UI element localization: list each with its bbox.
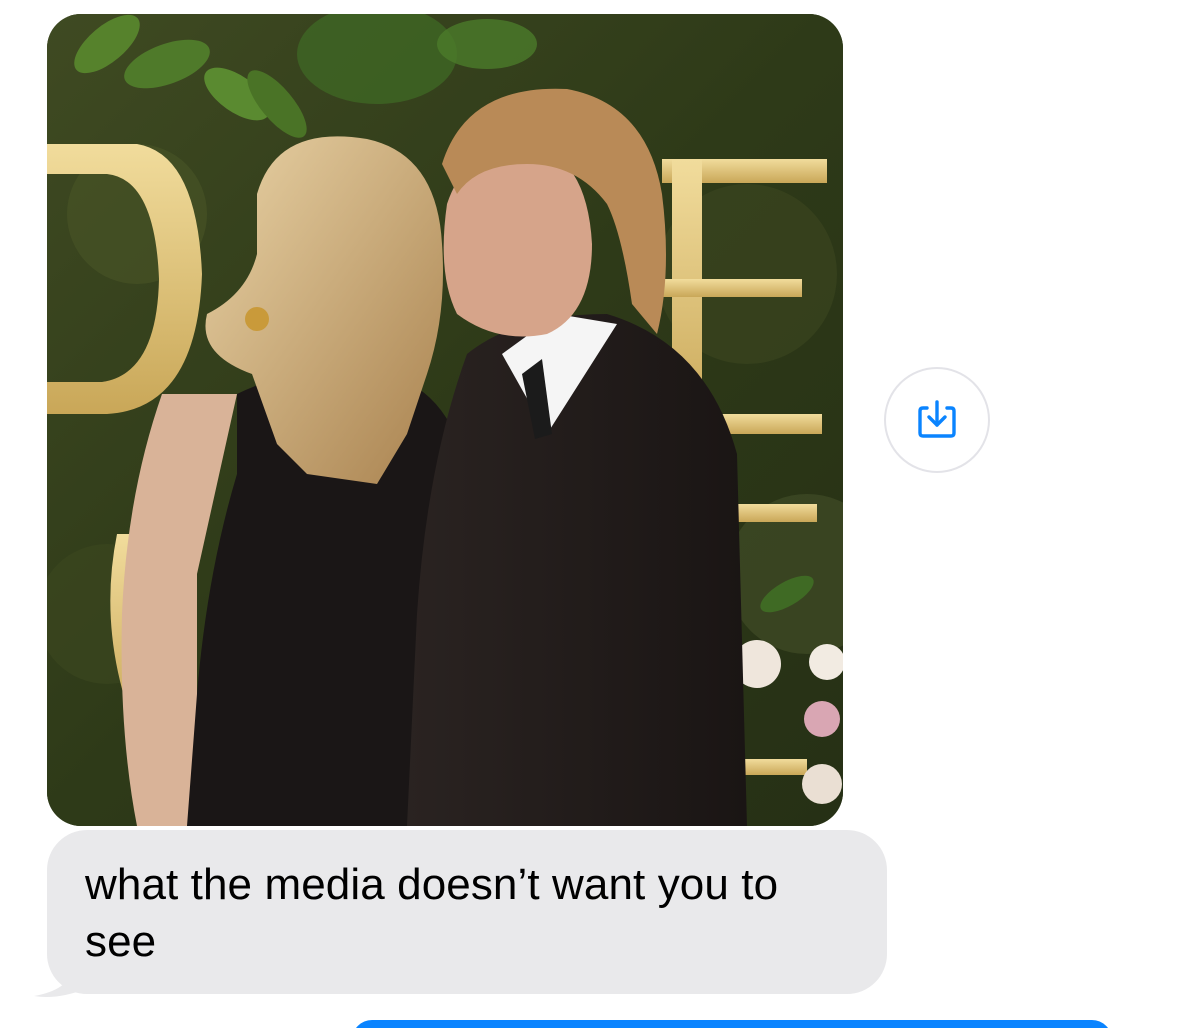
save-image-button[interactable] [884, 367, 990, 473]
message-text: what the media doesn’t want you to see [85, 860, 779, 966]
image-message-photo[interactable] [47, 14, 843, 826]
incoming-text-bubble[interactable]: what the media doesn’t want you to see [47, 830, 887, 994]
photo-illustration [47, 14, 843, 826]
download-into-tray-icon [918, 400, 956, 438]
outgoing-message-bubble[interactable] [352, 1020, 1112, 1028]
messages-screen: what the media doesn’t want you to see [0, 0, 1179, 1028]
